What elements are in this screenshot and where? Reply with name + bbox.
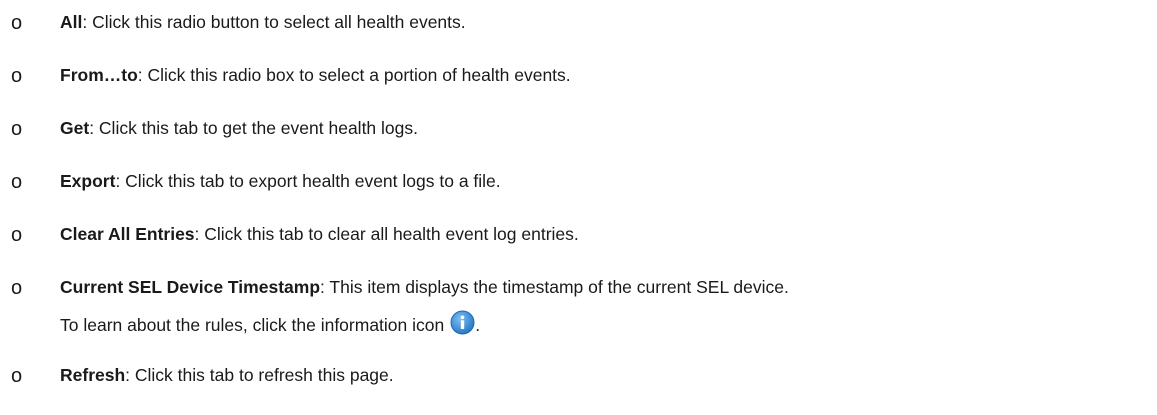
continuation-line: To learn about the rules, click the info… — [60, 310, 480, 336]
bullet: o — [11, 365, 23, 387]
continuation-period: . — [475, 315, 481, 335]
term-description: : This item displays the timestamp of th… — [320, 277, 789, 297]
term-description: : Click this tab to export health event … — [115, 171, 501, 191]
term-label: Clear All Entries — [60, 224, 195, 244]
term-description: : Click this tab to clear all health eve… — [194, 224, 579, 244]
term-label: Get — [60, 118, 90, 138]
term-description: : Click this tab to get the event health… — [89, 118, 418, 138]
bullet: o — [11, 171, 23, 193]
bullet: o — [11, 12, 23, 34]
term-description: : Click this radio box to select a porti… — [137, 65, 571, 85]
term-label: Refresh — [60, 365, 126, 385]
term-label: All — [60, 12, 83, 32]
term-label: From…to — [60, 65, 138, 85]
help-document: o All: Click this radio button to select… — [0, 0, 1157, 415]
info-icon — [450, 310, 475, 335]
term-description: : Click this radio button to select all … — [82, 12, 466, 32]
term-label: Export — [60, 171, 116, 191]
bullet: o — [11, 277, 23, 299]
bullet: o — [11, 224, 23, 246]
continuation-text: To learn about the rules, click the info… — [60, 315, 445, 335]
bullet: o — [11, 65, 23, 87]
term-description: : Click this tab to refresh this page. — [125, 365, 394, 385]
term-label: Current SEL Device Timestamp — [60, 277, 321, 297]
bullet: o — [11, 118, 23, 140]
